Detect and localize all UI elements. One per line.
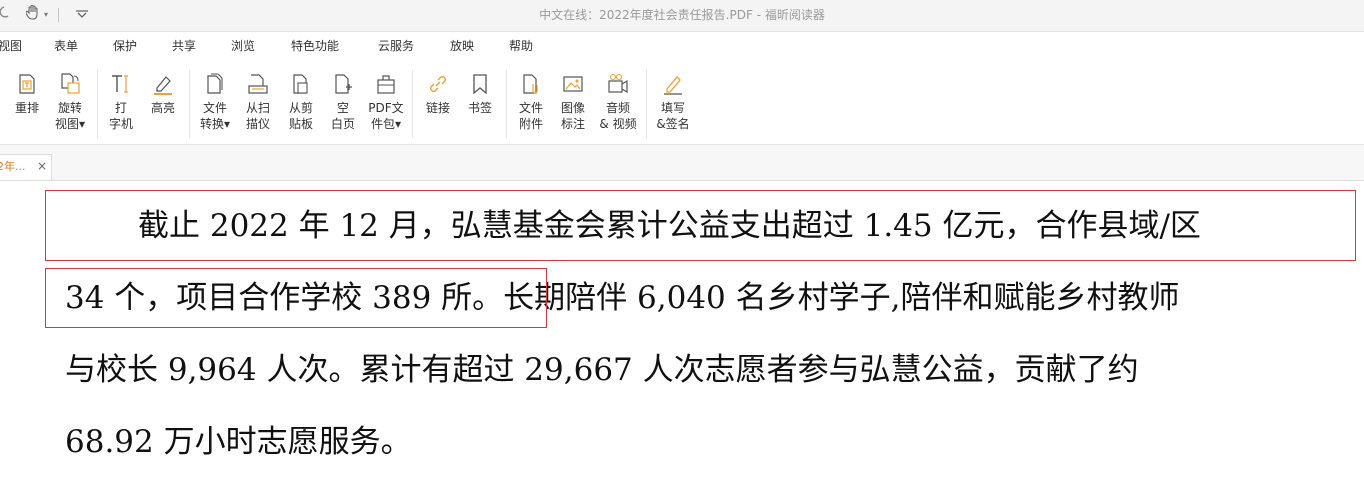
blank-page-button[interactable]: 空 白页 — [323, 72, 363, 132]
fill-sign-button[interactable]: 填写 &签名 — [653, 72, 693, 132]
highlight-icon — [154, 76, 172, 95]
reflow-icon — [19, 74, 35, 94]
menu-slideshow[interactable]: 放映 — [450, 38, 474, 54]
document-line-4: 68.92 万小时志愿服务。 — [65, 424, 412, 460]
ribbon-divider — [189, 70, 190, 138]
document-line-3: 与校长 9,964 人次。累计有超过 29,667 人次志愿者参与弘慧公益，贡献… — [65, 352, 1139, 388]
file-attachment-label: 文件 附件 — [518, 101, 543, 131]
document-tab-label: 2年... — [0, 160, 26, 173]
menu-bar: 视图 表单 保护 共享 浏览 特色功能 云服务 放映 帮助 — [0, 32, 1364, 58]
document-tab[interactable]: 2年... × — [0, 154, 52, 180]
audio-video-label: 音频 & 视频 — [599, 101, 637, 131]
highlight-button[interactable]: 高亮 — [143, 72, 183, 116]
window-title: 中文在线：2022年度社会责任报告.PDF - 福昕阅读器 — [539, 8, 825, 22]
ribbon-divider — [97, 70, 98, 138]
highlight-label: 高亮 — [150, 101, 175, 115]
rotate-view-icon — [61, 73, 80, 94]
reflow-button[interactable]: 重排 — [7, 72, 47, 116]
menu-form[interactable]: 表单 — [54, 38, 78, 54]
ribbon-toolbar: 重排 旋转 视图▾ 打 字机 高亮 文件 转换▾ 从扫 描仪 从剪 贴板 空 白… — [0, 58, 1364, 145]
menu-features[interactable]: 特色功能 — [291, 38, 339, 54]
image-annotation-button[interactable]: 图像 标注 — [553, 72, 593, 132]
file-attachment-button[interactable]: 文件 附件 — [511, 72, 551, 132]
file-attachment-icon — [523, 74, 538, 94]
from-scanner-label: 从扫 描仪 — [245, 101, 270, 131]
pdf-package-label: PDF文 件包▾ — [368, 101, 404, 131]
menu-share[interactable]: 共享 — [172, 38, 196, 54]
audio-video-icon — [608, 73, 628, 94]
ribbon-divider — [412, 70, 413, 138]
image-annotation-icon — [563, 76, 583, 92]
menu-view[interactable]: 视图 — [0, 38, 22, 54]
link-label: 链接 — [425, 101, 450, 115]
fill-sign-icon — [664, 76, 682, 95]
blank-page-icon — [335, 74, 352, 94]
bookmark-label: 书签 — [467, 101, 492, 115]
bookmark-icon — [473, 74, 487, 95]
fill-sign-label: 填写 &签名 — [656, 101, 690, 131]
file-convert-label: 文件 转换▾ — [199, 101, 231, 131]
link-icon — [430, 76, 446, 92]
document-line-2: 34 个，项目合作学校 389 所。长期陪伴 6,040 名乡村学子,陪伴和赋能… — [65, 280, 1180, 316]
typewriter-icon — [112, 75, 128, 93]
from-scanner-button[interactable]: 从扫 描仪 — [238, 72, 278, 132]
link-button[interactable]: 链接 — [418, 72, 458, 116]
menu-help[interactable]: 帮助 — [509, 38, 533, 54]
document-line-1: 截止 2022 年 12 月，弘慧基金会累计公益支出超过 1.45 亿元，合作县… — [138, 208, 1201, 244]
menu-browse[interactable]: 浏览 — [231, 38, 255, 54]
audio-video-button[interactable]: 音频 & 视频 — [598, 72, 638, 132]
blank-page-label: 空 白页 — [330, 101, 355, 131]
close-icon[interactable]: × — [37, 159, 47, 173]
menu-protect[interactable]: 保护 — [113, 38, 137, 54]
reflow-label: 重排 — [14, 101, 39, 115]
bookmark-button[interactable]: 书签 — [460, 72, 500, 116]
pdf-package-button[interactable]: PDF文 件包▾ — [366, 72, 406, 132]
ribbon-divider — [646, 70, 647, 138]
image-annotation-label: 图像 标注 — [560, 101, 585, 131]
document-page: 截止 2022 年 12 月，弘慧基金会累计公益支出超过 1.45 亿元，合作县… — [0, 181, 1364, 487]
typewriter-label: 打 字机 — [108, 101, 133, 131]
ribbon-divider — [506, 70, 507, 138]
from-clipboard-label: 从剪 贴板 — [288, 101, 313, 131]
pdf-package-icon — [377, 75, 395, 94]
scanner-icon — [248, 74, 268, 94]
file-convert-button[interactable]: 文件 转换▾ — [195, 72, 235, 132]
document-tab-strip: 2年... × — [0, 145, 1364, 181]
title-bar: ▾ 中文在线：2022年度社会责任报告.PDF - 福昕阅读器 — [0, 0, 1364, 32]
from-clipboard-button[interactable]: 从剪 贴板 — [281, 72, 321, 132]
rotate-view-button[interactable]: 旋转 视图▾ — [50, 72, 90, 132]
clipboard-icon — [293, 74, 308, 94]
typewriter-button[interactable]: 打 字机 — [101, 72, 141, 132]
menu-cloud[interactable]: 云服务 — [378, 38, 414, 54]
rotate-view-label: 旋转 视图▾ — [54, 101, 86, 131]
file-convert-icon — [207, 73, 223, 94]
